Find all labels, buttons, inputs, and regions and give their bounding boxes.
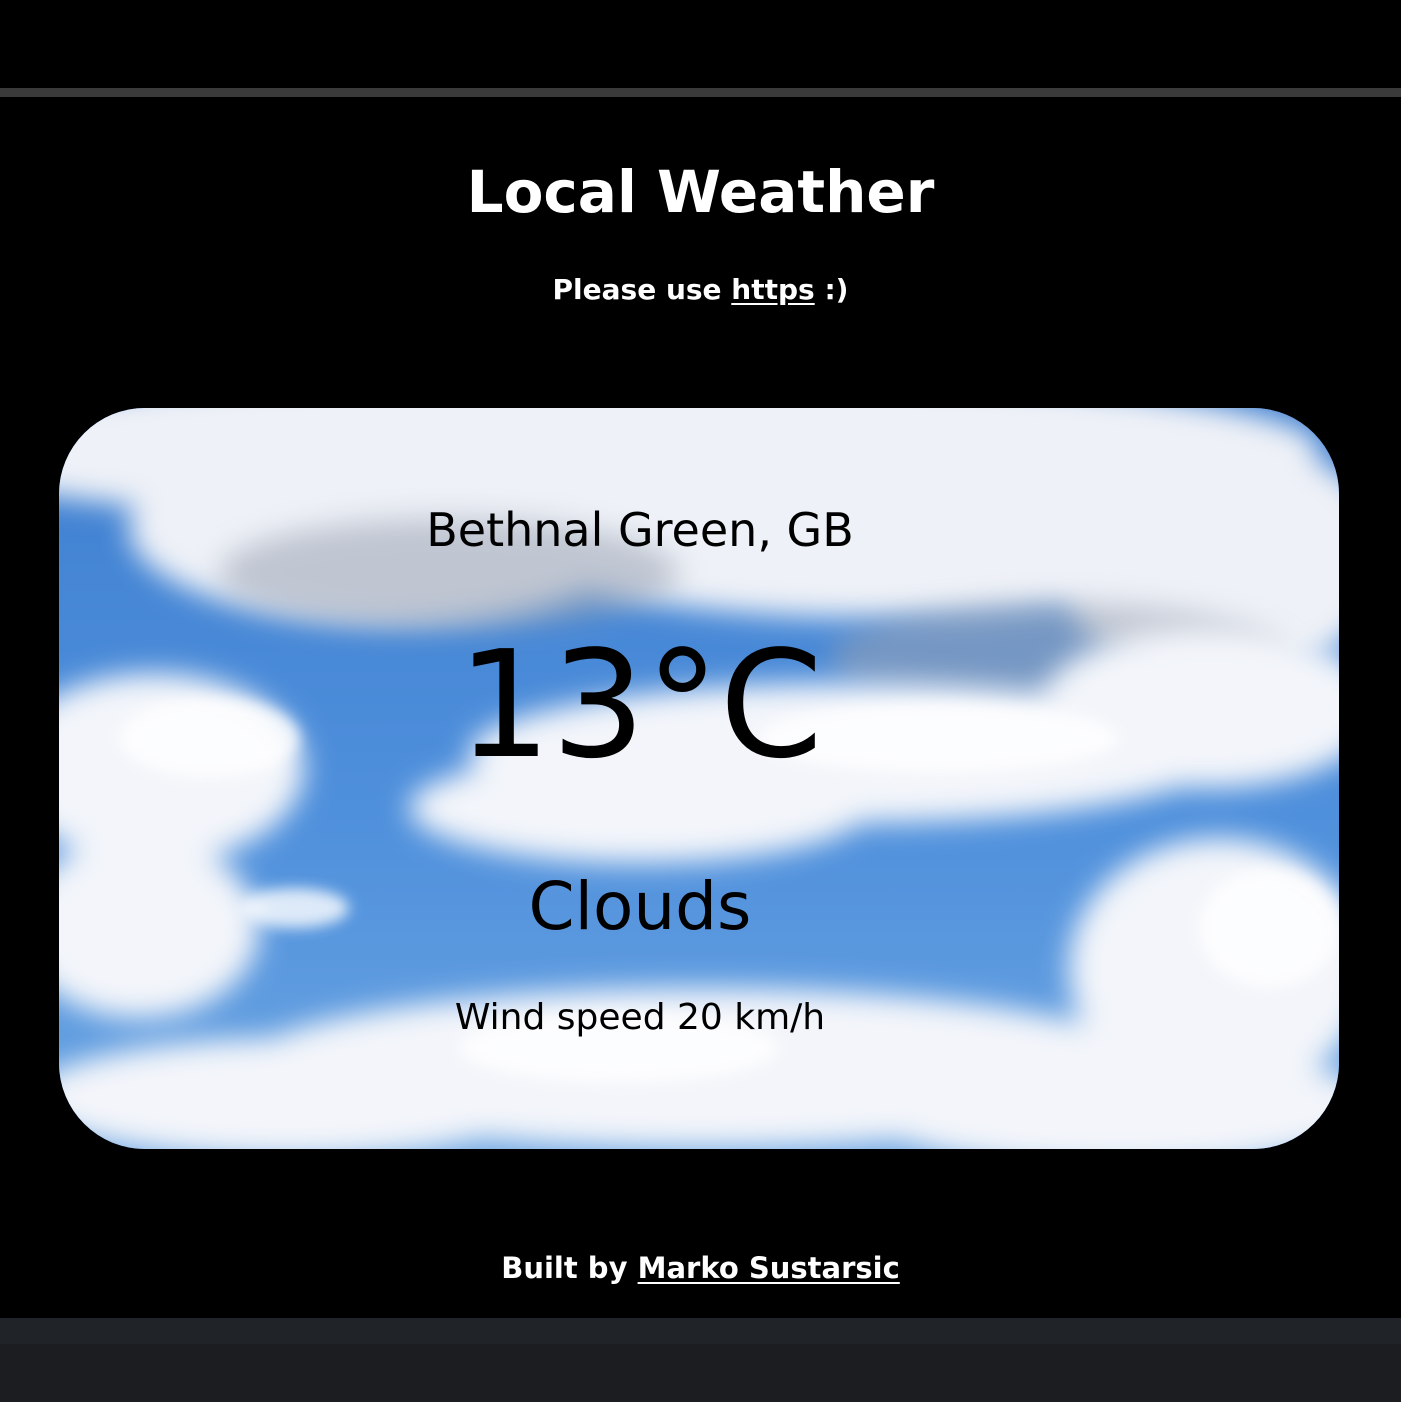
top-divider	[0, 88, 1401, 97]
top-strip	[0, 0, 1401, 88]
https-notice: Please use https :)	[0, 270, 1401, 310]
notice-suffix: :)	[824, 273, 849, 306]
footer-prefix: Built by	[501, 1251, 628, 1285]
author-link[interactable]: Marko Sustarsic	[638, 1251, 900, 1285]
wind-speed: Wind speed 20 km/h	[454, 997, 826, 1038]
location-label: Bethnal Green, GB	[426, 503, 854, 557]
temperature-value: 13°C	[457, 619, 823, 791]
weather-condition: Clouds	[528, 868, 752, 945]
footer-credit: Built by Marko Sustarsic	[0, 1248, 1401, 1288]
https-link[interactable]: https	[731, 273, 814, 306]
page-title: Local Weather	[466, 158, 935, 226]
bottom-bar-edge	[0, 1318, 1401, 1344]
notice-prefix: Please use	[552, 273, 722, 306]
